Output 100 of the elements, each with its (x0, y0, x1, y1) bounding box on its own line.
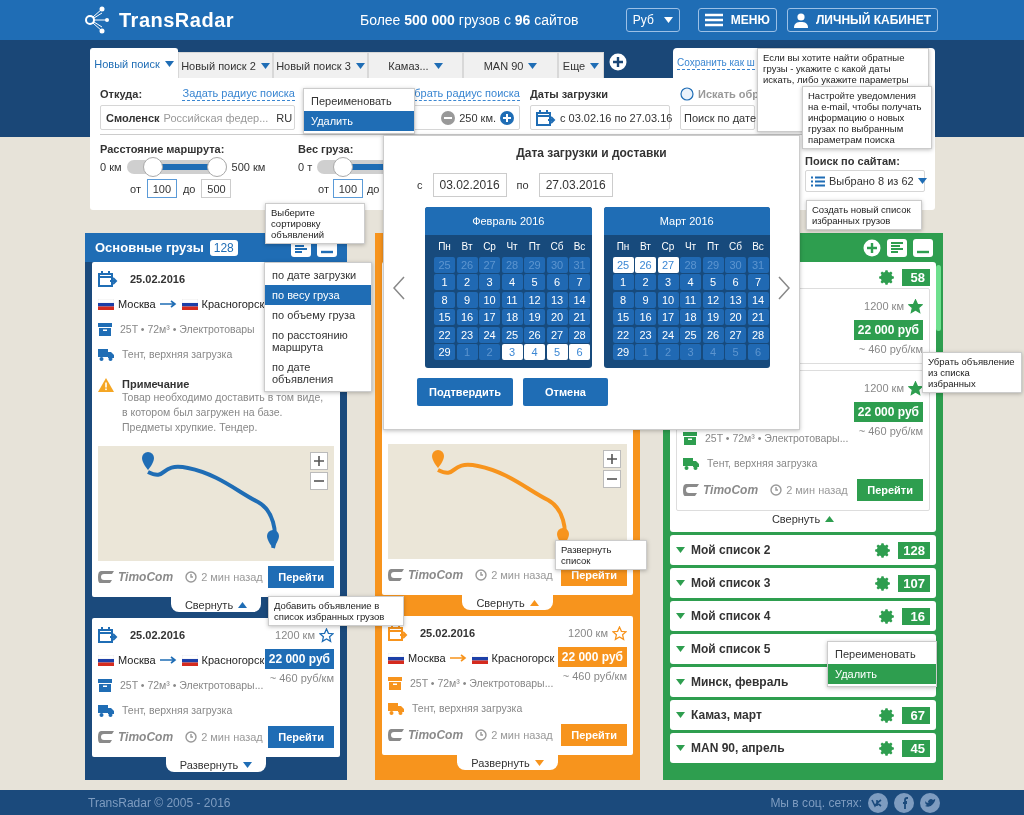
search-tab[interactable]: Новый поиск (90, 48, 178, 78)
zoom-in-button[interactable] (310, 452, 328, 470)
day-cell[interactable]: 5 (524, 274, 546, 290)
day-cell[interactable]: 29 (434, 344, 456, 360)
day-cell[interactable]: 12 (702, 291, 724, 308)
day-cell[interactable]: 17 (657, 309, 679, 325)
day-cell[interactable]: 20 (546, 309, 568, 325)
facebook-icon[interactable] (894, 792, 914, 813)
origin-field[interactable]: Смоленск Российская федер... RU (100, 105, 295, 130)
day-cell[interactable]: 18 (501, 309, 523, 325)
menu-item[interactable]: Удалить (304, 111, 414, 131)
collapse-toggle[interactable]: Свернуть (462, 595, 553, 610)
day-cell[interactable]: 21 (569, 309, 591, 325)
day-cell[interactable]: 13 (546, 291, 568, 308)
collapse-toggle[interactable]: Свернуть (170, 597, 262, 612)
day-cell[interactable]: 8 (434, 291, 456, 308)
day-cell[interactable]: 11 (501, 291, 523, 308)
slider-thumb[interactable] (142, 157, 163, 177)
day-cell[interactable]: 28 (569, 326, 591, 343)
menu-item[interactable]: Удалить (828, 664, 936, 684)
menu-item[interactable]: по весу груза (265, 285, 371, 305)
day-cell[interactable]: 10 (479, 291, 501, 308)
day-cell[interactable]: 1 (612, 274, 634, 290)
gear-icon[interactable] (875, 574, 893, 592)
day-cell[interactable]: 24 (479, 326, 501, 343)
day-cell[interactable]: 29 (612, 344, 634, 360)
slider-thumb[interactable] (333, 157, 354, 177)
menu-item[interactable]: по дате объявления (265, 357, 371, 389)
day-cell[interactable]: 26 (524, 326, 546, 343)
day-cell[interactable]: 18 (680, 309, 701, 325)
start-date-field[interactable]: 03.02.2016 (432, 173, 507, 197)
slider-thumb[interactable] (206, 157, 227, 177)
gear-icon[interactable] (879, 268, 896, 286)
favorites-list[interactable]: Мой список 2 128 (670, 535, 936, 565)
zoom-out-button[interactable] (603, 470, 621, 488)
account-button[interactable]: ЛИЧНЫЙ КАБИНЕТ (786, 8, 938, 32)
day-cell[interactable]: 6 (546, 274, 568, 290)
star-icon[interactable] (908, 298, 923, 314)
end-date-field[interactable]: 27.03.2016 (538, 173, 613, 197)
sites-select[interactable]: Выбрано 8 из 62 (805, 170, 925, 192)
search-tab[interactable]: Еще (558, 52, 604, 78)
day-cell[interactable]: 4 (524, 344, 546, 360)
vk-icon[interactable] (868, 792, 888, 813)
day-cell[interactable]: 2 (456, 274, 478, 290)
day-cell[interactable]: 23 (456, 326, 478, 343)
day-cell[interactable]: 7 (747, 274, 769, 290)
search-tab[interactable]: Камаз... (368, 52, 463, 78)
menu-item[interactable]: по объему груза (265, 305, 371, 325)
return-date-field[interactable]: Поиск по дате (680, 105, 755, 130)
day-cell[interactable]: 1 (434, 274, 456, 290)
day-cell[interactable]: 27 (546, 326, 568, 343)
day-cell[interactable]: 14 (747, 291, 769, 308)
day-cell[interactable]: 14 (569, 291, 591, 308)
minus-icon[interactable] (441, 110, 456, 125)
day-cell[interactable]: 19 (524, 309, 546, 325)
day-cell[interactable]: 16 (635, 309, 656, 325)
day-cell[interactable]: 8 (612, 291, 634, 308)
checkbox[interactable] (680, 87, 694, 101)
favorites-list[interactable]: Мой список 4 16 (670, 601, 936, 631)
day-cell[interactable]: 6 (569, 344, 591, 360)
go-button[interactable]: Перейти (268, 726, 334, 748)
day-cell[interactable]: 11 (680, 291, 701, 308)
day-cell[interactable]: 2 (635, 274, 656, 290)
day-cell[interactable]: 25 (680, 326, 701, 343)
day-cell[interactable]: 13 (725, 291, 746, 308)
star-icon[interactable] (908, 380, 923, 396)
day-cell[interactable]: 26 (635, 256, 656, 273)
min-input[interactable]: 100 (146, 179, 177, 198)
day-cell[interactable]: 6 (725, 274, 746, 290)
zoom-out-button[interactable] (310, 472, 328, 490)
day-cell[interactable]: 25 (501, 326, 523, 343)
day-cell[interactable]: 17 (479, 309, 501, 325)
day-cell[interactable]: 16 (456, 309, 478, 325)
currency-select[interactable]: Руб (625, 8, 680, 32)
day-cell[interactable]: 15 (434, 309, 456, 325)
go-button[interactable]: Перейти (857, 479, 923, 501)
gear-icon[interactable] (879, 739, 896, 757)
zoom-in-button[interactable] (603, 450, 621, 468)
chevron-left-icon[interactable] (392, 275, 405, 300)
collapse-toggle[interactable]: Развернуть (457, 755, 558, 770)
plus-icon[interactable] (500, 110, 514, 125)
day-cell[interactable]: 23 (635, 326, 656, 343)
day-cell[interactable]: 22 (434, 326, 456, 343)
date-range-field[interactable]: с 03.02.16 по 27.03.16 (530, 105, 670, 130)
menu-item[interactable]: Переименовать (828, 644, 936, 664)
day-cell[interactable]: 12 (524, 291, 546, 308)
menu-item[interactable]: по расстоянию маршрута (265, 325, 371, 357)
day-cell[interactable]: 27 (725, 326, 746, 343)
day-cell[interactable]: 3 (479, 274, 501, 290)
day-cell[interactable]: 5 (702, 274, 724, 290)
favorites-list[interactable]: Мой список 3 107 (670, 568, 936, 598)
radius-link[interactable]: Задать радиус поиска (182, 87, 295, 101)
minimize-icon[interactable] (913, 238, 933, 257)
save-link[interactable]: Сохранить как ш (677, 56, 755, 70)
day-cell[interactable]: 21 (747, 309, 769, 325)
menu-item[interactable]: по дате загрузки (265, 265, 371, 285)
day-cell[interactable]: 4 (680, 274, 701, 290)
day-cell[interactable]: 3 (501, 344, 523, 360)
search-tab[interactable]: Новый поиск 2 (178, 52, 273, 78)
collapse-toggle[interactable]: Развернуть (165, 757, 267, 772)
